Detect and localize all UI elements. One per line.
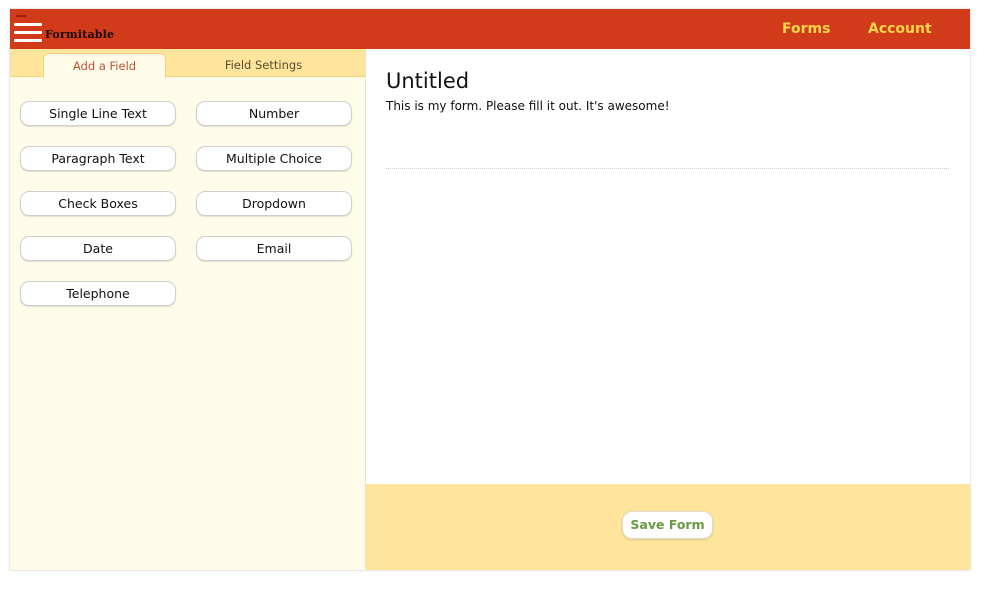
add-check-boxes-button[interactable]: Check Boxes: [20, 191, 176, 216]
form-footer: Save Form: [366, 484, 970, 570]
menu-icon-accent: [16, 15, 26, 17]
field-sidebar: Add a Field Field Settings Single Line T…: [10, 49, 366, 570]
sidebar-tabs: Add a Field Field Settings: [10, 49, 365, 78]
top-bar: Formitable Forms Account: [10, 9, 970, 49]
menu-icon-line: [14, 39, 42, 42]
add-telephone-button[interactable]: Telephone: [20, 281, 176, 306]
nav-forms-link[interactable]: Forms: [782, 21, 830, 37]
menu-icon-line: [14, 23, 42, 26]
menu-icon-line: [14, 31, 42, 34]
form-divider: [386, 168, 949, 169]
save-form-button[interactable]: Save Form: [622, 511, 713, 539]
add-single-line-text-button[interactable]: Single Line Text: [20, 101, 176, 126]
tab-add-a-field[interactable]: Add a Field: [43, 53, 166, 78]
brand-logo[interactable]: Formitable: [45, 28, 114, 41]
add-multiple-choice-button[interactable]: Multiple Choice: [196, 146, 352, 171]
add-number-button[interactable]: Number: [196, 101, 352, 126]
add-date-button[interactable]: Date: [20, 236, 176, 261]
add-dropdown-button[interactable]: Dropdown: [196, 191, 352, 216]
add-email-button[interactable]: Email: [196, 236, 352, 261]
hamburger-menu-icon[interactable]: [14, 14, 42, 44]
form-description[interactable]: This is my form. Please fill it out. It'…: [386, 99, 670, 113]
nav-account-link[interactable]: Account: [868, 21, 932, 37]
tab-field-settings[interactable]: Field Settings: [203, 54, 324, 76]
add-paragraph-text-button[interactable]: Paragraph Text: [20, 146, 176, 171]
form-canvas: Untitled This is my form. Please fill it…: [366, 49, 970, 484]
form-title[interactable]: Untitled: [386, 69, 469, 93]
app-window: Formitable Forms Account Add a Field Fie…: [10, 9, 970, 570]
